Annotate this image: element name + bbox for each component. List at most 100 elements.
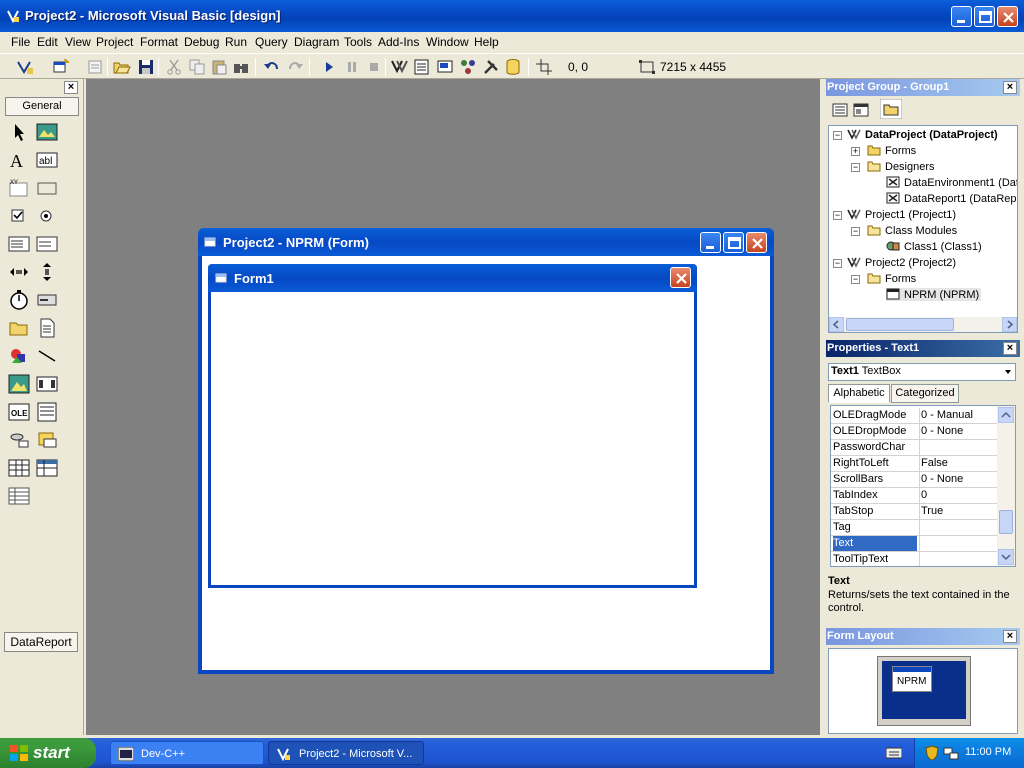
form1-title-bar[interactable]: Form1 (208, 264, 697, 292)
tree-item-nprm[interactable]: NPRM (NPRM) (886, 288, 982, 301)
form1-window[interactable]: Form1 (208, 264, 697, 588)
menu-edit[interactable]: Edit (37, 35, 58, 49)
property-row-selected[interactable]: Text (831, 536, 998, 552)
network-icon[interactable] (943, 745, 959, 761)
designer-minimize-button[interactable] (700, 232, 721, 253)
combobox-icon[interactable] (8, 233, 30, 255)
vscroll-thumb[interactable] (999, 510, 1013, 534)
textbox-icon[interactable]: abl (36, 149, 58, 171)
form1-close-button[interactable] (670, 267, 691, 288)
security-shield-icon[interactable] (925, 745, 939, 761)
scroll-left-icon[interactable] (829, 317, 844, 332)
redo-icon[interactable] (286, 58, 304, 76)
close-button[interactable] (997, 6, 1018, 27)
menu-query[interactable]: Query (255, 35, 288, 49)
project-group-title[interactable]: Project Group - Group1 (826, 79, 1020, 96)
pointer-icon[interactable] (8, 121, 30, 143)
scroll-right-icon[interactable] (1002, 317, 1017, 332)
tree-item-dataenvironment1[interactable]: DataEnvironment1 (Dat (886, 176, 1017, 189)
menu-add-ins[interactable]: Add-Ins (378, 35, 419, 49)
find-icon[interactable] (232, 58, 250, 76)
view-object-icon[interactable] (852, 101, 870, 119)
menu-tools[interactable]: Tools (344, 35, 372, 49)
tree-expander[interactable]: − (833, 211, 842, 220)
toolbox-general-tab[interactable]: General (5, 97, 79, 116)
tree-item-forms-2[interactable]: Forms (867, 272, 916, 285)
hierarchical-flexgrid-icon[interactable] (36, 457, 58, 479)
dbcombo-icon[interactable] (8, 429, 30, 451)
view-code-icon[interactable] (831, 101, 849, 119)
start-button[interactable]: start (0, 738, 96, 768)
tree-item-forms[interactable]: Forms (867, 144, 916, 157)
scroll-up-icon[interactable] (998, 407, 1014, 423)
save-icon[interactable] (137, 58, 155, 76)
menu-file[interactable]: File (11, 35, 30, 49)
add-project-icon[interactable] (16, 58, 34, 76)
keyboard-icon[interactable] (886, 747, 902, 759)
shape-icon[interactable] (8, 345, 30, 367)
properties-vscrollbar[interactable] (997, 406, 1015, 566)
main-title-bar[interactable]: Project2 - Microsoft Visual Basic [desig… (0, 0, 1024, 32)
tree-expander[interactable]: − (851, 275, 860, 284)
property-row[interactable]: RightToLeft False (831, 456, 998, 472)
property-row[interactable]: TabStop True (831, 504, 998, 520)
ole-icon[interactable]: OLE (8, 401, 30, 423)
picturebox-icon[interactable] (36, 121, 58, 143)
minimize-button[interactable] (951, 6, 972, 27)
dirlistbox-icon[interactable] (8, 317, 30, 339)
object-browser-icon[interactable] (459, 58, 477, 76)
menu-project[interactable]: Project (96, 35, 133, 49)
task-vb[interactable]: Project2 - Microsoft V... (268, 741, 424, 765)
chevron-down-icon[interactable] (1003, 367, 1013, 377)
property-row[interactable]: OLEDragMode 0 - Manual (831, 408, 998, 424)
designer-close-button[interactable] (746, 232, 767, 253)
project-explorer-icon[interactable] (390, 58, 408, 76)
tree-expander[interactable]: − (851, 227, 860, 236)
toolbox-icon[interactable] (482, 58, 500, 76)
properties-title[interactable]: Properties - Text1 (826, 340, 1020, 357)
line-icon[interactable] (36, 345, 58, 367)
form-layout-close-button[interactable]: × (1003, 630, 1017, 643)
timer-icon[interactable] (8, 289, 30, 311)
toolbox-close-button[interactable]: × (64, 81, 78, 94)
tab-categorized[interactable]: Categorized (891, 384, 959, 403)
end-icon[interactable] (365, 58, 383, 76)
form-layout-title[interactable]: Form Layout (826, 628, 1020, 645)
property-row[interactable]: OLEDropMode 0 - None (831, 424, 998, 440)
object-selector-combo[interactable]: Text1 TextBox (828, 363, 1016, 381)
scroll-down-icon[interactable] (998, 549, 1014, 565)
vscrollbar-icon[interactable] (36, 261, 58, 283)
menu-help[interactable]: Help (474, 35, 499, 49)
property-row[interactable]: PasswordChar (831, 440, 998, 456)
hscrollbar-icon[interactable] (8, 261, 30, 283)
data-icon[interactable] (36, 373, 58, 395)
tab-alphabetic[interactable]: Alphabetic (828, 384, 890, 403)
tree-expander[interactable]: − (833, 131, 842, 140)
tree-expander[interactable]: − (851, 163, 860, 172)
tree-expander[interactable]: + (851, 147, 860, 156)
optionbutton-icon[interactable] (36, 205, 58, 227)
task-devcpp[interactable]: Dev-C++ (110, 741, 264, 765)
properties-close-button[interactable]: × (1003, 342, 1017, 355)
project-explorer-hscrollbar[interactable] (829, 317, 1017, 332)
filelistbox-icon[interactable] (36, 317, 58, 339)
menu-diagram[interactable]: Diagram (294, 35, 339, 49)
frame-icon[interactable]: XY (8, 177, 30, 199)
property-row[interactable]: ToolTipText (831, 552, 998, 566)
form-layout-icon[interactable] (436, 58, 454, 76)
start-icon[interactable] (320, 58, 338, 76)
menu-view[interactable]: View (65, 35, 91, 49)
checkbox-icon[interactable] (8, 205, 30, 227)
tree-item-dataproject[interactable]: DataProject (DataProject) (847, 128, 998, 141)
label-icon[interactable]: A (8, 149, 30, 171)
tree-item-class-modules[interactable]: Class Modules (867, 224, 957, 237)
project-group-close-button[interactable]: × (1003, 81, 1017, 94)
tree-item-class1[interactable]: Class1 (Class1) (886, 240, 982, 253)
toggle-folders-icon[interactable] (880, 99, 902, 119)
paste-icon[interactable] (210, 58, 228, 76)
form1-client-area[interactable] (211, 292, 694, 585)
commandbutton-icon[interactable] (36, 177, 58, 199)
designer-maximize-button[interactable] (723, 232, 744, 253)
undo-icon[interactable] (263, 58, 281, 76)
tabular-icon[interactable] (8, 485, 30, 507)
